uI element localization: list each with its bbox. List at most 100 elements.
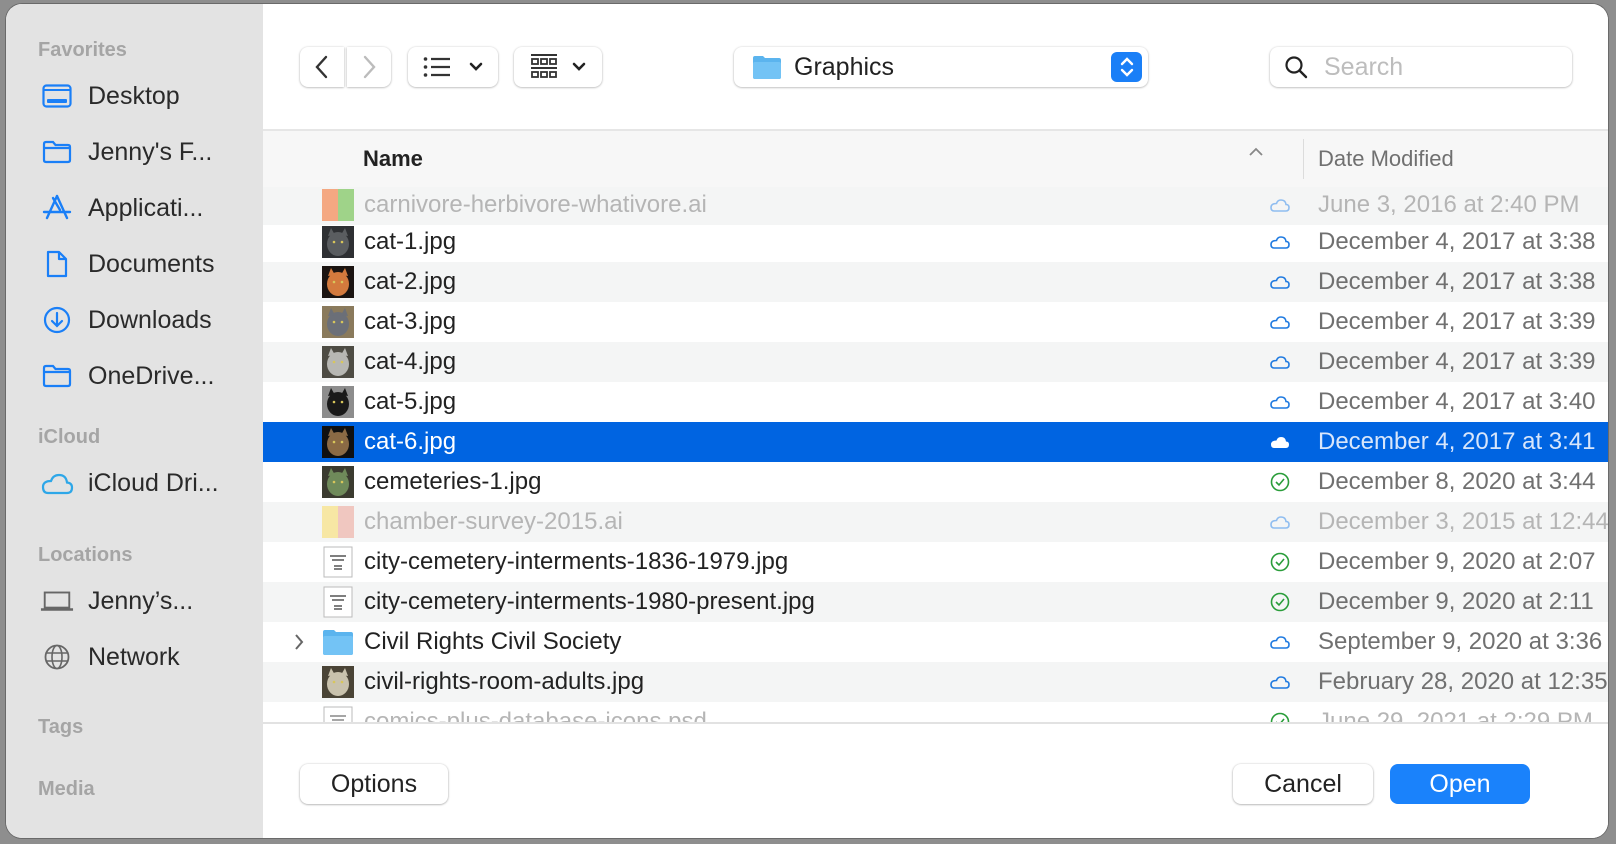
sidebar-item-label: Documents [88, 249, 215, 278]
location-popup[interactable]: Graphics [734, 47, 1148, 87]
back-button[interactable] [300, 47, 344, 87]
list-icon [423, 57, 450, 77]
chevron-down-icon [572, 62, 586, 71]
file-name: cat-4.jpg [364, 348, 457, 375]
image-thumbnail-icon [322, 226, 354, 258]
folder-icon [753, 56, 781, 79]
sidebar: Favorites Desktop Jenny's F... Applicati...… [6, 4, 263, 838]
file-row[interactable]: civil-rights-room-adults.jpg February 28,… [263, 662, 1608, 702]
sidebar-item-applicati[interactable]: Applicati... [40, 191, 203, 225]
date-modified: December 4, 2017 at 3:41 [1318, 428, 1596, 455]
file-row[interactable]: cat-2.jpg December 4, 2017 at 3:38 [263, 262, 1608, 302]
file-name: civil-rights-room-adults.jpg [364, 668, 645, 695]
file-name: Civil Rights Civil Society [364, 628, 622, 655]
sidebar-section-tags: Tags [38, 716, 84, 738]
folder-icon [323, 630, 353, 655]
file-row[interactable]: cat-1.jpg December 4, 2017 at 3:38 [263, 222, 1608, 262]
date-modified: September 9, 2020 at 3:36 [1318, 628, 1603, 655]
location-stepper[interactable] [1111, 52, 1142, 82]
file-name: cat-2.jpg [364, 268, 457, 295]
date-modified: December 3, 2015 at 12:44 [1318, 508, 1608, 535]
date-modified: December 4, 2017 at 3:38 [1318, 228, 1596, 255]
desktop-icon [40, 81, 74, 111]
document-icon [40, 249, 74, 279]
grid-icon [531, 54, 557, 78]
image-thumbnail-icon [322, 386, 354, 418]
sidebar-item-onedrive[interactable]: OneDrive... [40, 359, 214, 393]
file-name: cat-6.jpg [364, 428, 457, 455]
file-name: cat-5.jpg [364, 388, 457, 415]
file-name: chamber-survey-2015.ai [364, 508, 623, 535]
document-thumbnail-icon [323, 546, 353, 578]
sort-ascending-icon[interactable] [1248, 147, 1264, 157]
synced-check-icon [1270, 472, 1290, 492]
file-name: carnivore-herbivore-whativore.ai [364, 191, 707, 218]
main-pane: Graphics Name Date Modified carnivore-he… [263, 4, 1608, 838]
date-modified: December 9, 2020 at 2:11 [1318, 588, 1594, 615]
file-name: city-cemetery-interments-1980-present.jp… [364, 588, 815, 615]
file-row[interactable]: carnivore-herbivore-whativore.ai June 3, … [263, 187, 1608, 225]
sidebar-item-documents[interactable]: Documents [40, 247, 214, 281]
sidebar-item-label: Applicati... [88, 193, 204, 222]
open-file-dialog: Favorites Desktop Jenny's F... Applicati...… [6, 4, 1608, 838]
search-input[interactable] [1322, 51, 1556, 83]
file-name: comics-plus-database-icons.psd [364, 708, 707, 722]
file-row[interactable]: cat-3.jpg December 4, 2017 at 3:39 [263, 302, 1608, 342]
image-thumbnail-icon [322, 306, 354, 338]
options-button[interactable]: Options [300, 764, 448, 804]
file-name: city-cemetery-interments-1836-1979.jpg [364, 548, 789, 575]
cloud-icon [1270, 276, 1290, 289]
search-icon [1285, 56, 1308, 79]
sidebar-item-desktop[interactable]: Desktop [40, 79, 180, 113]
sidebar-item-jenny-s[interactable]: Jenny’s... [40, 584, 193, 618]
search-field[interactable] [1270, 47, 1572, 87]
document-thumbnail-icon [323, 706, 353, 722]
file-row[interactable]: chamber-survey-2015.ai December 3, 2015 a… [263, 502, 1608, 542]
chevron-down-icon [469, 62, 483, 71]
applications-icon [40, 193, 74, 223]
dialog-footer: Options Cancel Open [263, 722, 1608, 838]
sidebar-item-icloud-dri[interactable]: iCloud Dri... [40, 466, 219, 500]
sidebar-item-label: Downloads [88, 305, 212, 334]
date-modified-column-header[interactable]: Date Modified [1318, 146, 1454, 172]
cloud-icon [1270, 636, 1290, 649]
cloud-icon [1270, 356, 1290, 369]
file-row[interactable]: cemeteries-1.jpg December 8, 2020 at 3:44 [263, 462, 1608, 502]
name-column-header[interactable]: Name [363, 146, 423, 172]
disclosure-triangle-icon[interactable] [293, 632, 305, 652]
cloud-icon [1270, 676, 1290, 689]
location-label: Graphics [794, 52, 895, 81]
file-row[interactable]: city-cemetery-interments-1836-1979.jpg De… [263, 542, 1608, 582]
file-row[interactable]: comics-plus-database-icons.psd June 29, 2… [263, 702, 1608, 722]
sidebar-item-jenny-s-f[interactable]: Jenny's F... [40, 135, 212, 169]
date-modified: December 4, 2017 at 3:39 [1318, 348, 1596, 375]
download-icon [40, 305, 74, 335]
file-name: cat-1.jpg [364, 228, 457, 255]
date-modified: December 9, 2020 at 2:07 [1318, 548, 1596, 575]
file-list: carnivore-herbivore-whativore.ai June 3, … [263, 187, 1608, 722]
list-view-button[interactable] [408, 47, 498, 87]
cloud-icon [40, 468, 74, 498]
file-row[interactable]: cat-6.jpg December 4, 2017 at 3:41 [263, 422, 1608, 462]
sidebar-item-label: Desktop [88, 81, 180, 110]
chevron-left-icon [315, 55, 328, 79]
sidebar-item-network[interactable]: Network [40, 640, 180, 674]
file-row[interactable]: city-cemetery-interments-1980-present.jp… [263, 582, 1608, 622]
folder-row[interactable]: Civil Rights Civil Society September 9, 2… [263, 622, 1608, 662]
forward-button[interactable] [347, 47, 391, 87]
sidebar-item-label: OneDrive... [88, 361, 215, 390]
cancel-button[interactable]: Cancel [1233, 764, 1373, 804]
group-view-button[interactable] [514, 47, 602, 87]
illustration-thumbnail-icon [322, 506, 354, 538]
date-modified: December 4, 2017 at 3:40 [1318, 388, 1596, 415]
document-thumbnail-icon [323, 586, 353, 618]
illustration-thumbnail-icon [322, 189, 354, 221]
file-row[interactable]: cat-5.jpg December 4, 2017 at 3:40 [263, 382, 1608, 422]
sidebar-item-downloads[interactable]: Downloads [40, 303, 212, 337]
cloud-icon [1270, 236, 1290, 249]
date-modified: June 3, 2016 at 2:40 PM [1318, 191, 1580, 218]
open-button[interactable]: Open [1390, 764, 1530, 804]
cloud-icon [1270, 316, 1290, 329]
column-separator[interactable] [1303, 139, 1304, 179]
file-row[interactable]: cat-4.jpg December 4, 2017 at 3:39 [263, 342, 1608, 382]
